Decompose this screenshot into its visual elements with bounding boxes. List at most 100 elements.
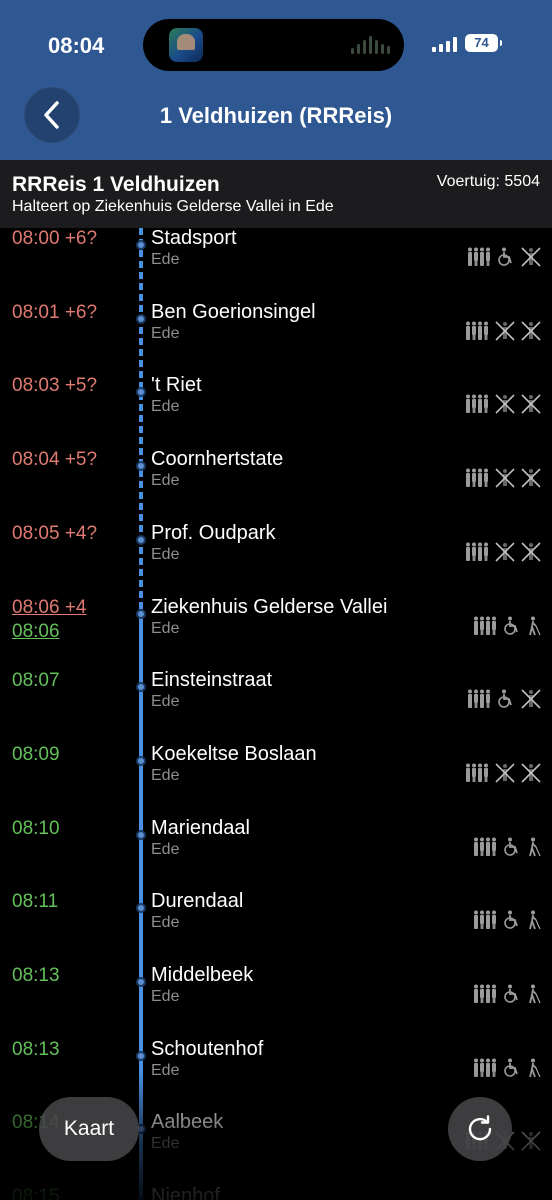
not-available-icon — [520, 541, 542, 563]
refresh-button[interactable] — [448, 1097, 512, 1161]
stop-row[interactable]: 08:05 +4? Prof. Oudpark Ede — [0, 521, 552, 597]
stop-row[interactable]: 08:07 Einsteinstraat Ede — [0, 669, 552, 744]
stop-time: 08:06 +4 — [12, 596, 87, 618]
stop-marker — [136, 903, 146, 914]
stop-place: Ede — [151, 840, 180, 858]
stop-name: Mariendaal — [151, 816, 250, 839]
status-time: 08:04 — [48, 33, 105, 58]
wheelchair-icon — [496, 688, 516, 710]
accessibility-icons — [464, 467, 542, 489]
stop-name: 't Riet — [151, 374, 202, 397]
stop-row[interactable]: 08:01 +6? Ben Goerionsingel Ede — [0, 300, 552, 376]
stop-place: Ede — [151, 619, 180, 637]
stop-time: 08:09 — [12, 743, 60, 765]
accessibility-icons — [472, 1057, 542, 1079]
now-playing-artwork-icon — [169, 28, 203, 62]
accessible-people-icon — [464, 762, 490, 784]
cellular-signal-icon — [432, 37, 457, 52]
accessible-people-icon — [466, 246, 492, 268]
stop-time: 08:00 +6? — [12, 228, 98, 249]
stop-row[interactable]: 08:03 +5? 't Riet Ede — [0, 374, 552, 449]
accessibility-icons — [464, 320, 542, 342]
stop-name: Koekeltse Boslaan — [151, 742, 317, 765]
stop-row[interactable]: 08:11 Durendaal Ede — [0, 890, 552, 965]
wheelchair-icon — [502, 983, 522, 1005]
battery-icon: 74 — [465, 34, 502, 52]
not-available-icon — [494, 762, 516, 784]
stop-name: Schoutenhof — [151, 1037, 264, 1060]
not-available-icon — [520, 688, 542, 710]
top-bar: 08:04 74 1 Veldhuizen (RRReis) — [0, 0, 552, 160]
audio-waveform-icon — [351, 36, 390, 54]
stop-row[interactable]: 08:06 +4 08:06 Ziekenhuis Gelderse Vallei E… — [0, 596, 552, 671]
stop-row[interactable]: 08:00 +6? Stadsport Ede — [0, 228, 552, 302]
stop-place: Ede — [151, 766, 180, 784]
stop-name: Ben Goerionsingel — [151, 300, 316, 323]
stop-row[interactable]: 08:15 Nienhof — [0, 1185, 552, 1200]
stop-time: 08:11 — [12, 891, 59, 913]
accessibility-icons — [472, 983, 542, 1005]
stop-time: 08:05 +4? — [12, 522, 98, 544]
accessibility-icons — [472, 836, 542, 858]
trip-title: RRReis 1 Veldhuizen — [12, 173, 220, 196]
accessible-people-icon — [464, 467, 490, 489]
accessibility-icons — [466, 246, 542, 268]
stop-row[interactable]: 08:04 +5? Coornhertstate Ede — [0, 448, 552, 523]
stop-name: Prof. Oudpark — [151, 521, 276, 544]
accessibility-icons — [472, 909, 542, 931]
accessible-people-icon — [472, 836, 498, 858]
not-available-icon — [520, 393, 542, 415]
stop-row[interactable]: 08:13 Middelbeek Ede — [0, 964, 552, 1039]
blind-cane-icon — [526, 1057, 542, 1079]
not-available-icon — [494, 467, 516, 489]
stop-time: 08:10 — [12, 817, 60, 839]
accessible-people-icon — [466, 688, 492, 710]
accessibility-icons — [466, 688, 542, 710]
not-available-icon — [494, 320, 516, 342]
stop-marker — [136, 755, 146, 766]
stop-marker — [136, 240, 146, 250]
stop-marker — [136, 1050, 146, 1061]
wheelchair-icon — [502, 909, 522, 931]
stop-marker — [136, 313, 146, 324]
accessibility-icons — [464, 393, 542, 415]
not-available-icon — [520, 762, 542, 784]
trip-header: RRReis 1 Veldhuizen Halteert op Ziekenhu… — [0, 160, 552, 228]
stop-time: 08:13 — [12, 1038, 60, 1060]
stop-marker — [136, 682, 146, 693]
stop-place: Ede — [151, 324, 180, 342]
accessible-people-icon — [472, 983, 498, 1005]
stop-marker — [136, 829, 146, 840]
dynamic-island — [143, 19, 404, 71]
stop-time: 08:07 — [12, 670, 60, 692]
accessible-people-icon — [464, 320, 490, 342]
wheelchair-icon — [502, 1057, 522, 1079]
stop-place: Ede — [151, 545, 180, 563]
stop-marker — [136, 461, 146, 472]
stop-marker — [136, 387, 146, 398]
stop-marker — [136, 608, 146, 619]
not-available-icon — [494, 393, 516, 415]
stop-row[interactable]: 08:10 Mariendaal Ede — [0, 816, 552, 892]
stop-place: Ede — [151, 472, 180, 490]
stop-time: 08:04 +5? — [12, 449, 98, 471]
stop-place: Ede — [151, 914, 180, 932]
stop-place: Ede — [151, 1135, 180, 1153]
refresh-icon — [468, 1115, 492, 1141]
stop-time: 08:15 — [12, 1186, 60, 1200]
map-button[interactable]: Kaart — [39, 1097, 139, 1161]
stop-name: Durendaal — [151, 890, 244, 913]
blind-cane-icon — [526, 909, 542, 931]
not-available-icon — [520, 467, 542, 489]
stop-place: Ede — [151, 251, 180, 268]
stop-time: 08:01 +6? — [12, 301, 98, 323]
stop-time: 08:03 +5? — [12, 375, 98, 397]
stop-list[interactable]: 08:00 +6? Stadsport Ede 08:01 +6? Ben Goerio… — [0, 228, 552, 1200]
accessibility-icons — [464, 541, 542, 563]
stop-name: Middelbeek — [151, 964, 254, 986]
stop-place: Ede — [151, 398, 180, 416]
stop-time: 08:13 — [12, 965, 60, 986]
stop-row[interactable]: 08:09 Koekeltse Boslaan Ede — [0, 742, 552, 818]
blind-cane-icon — [526, 836, 542, 858]
stop-name: Aalbeek — [151, 1111, 224, 1134]
